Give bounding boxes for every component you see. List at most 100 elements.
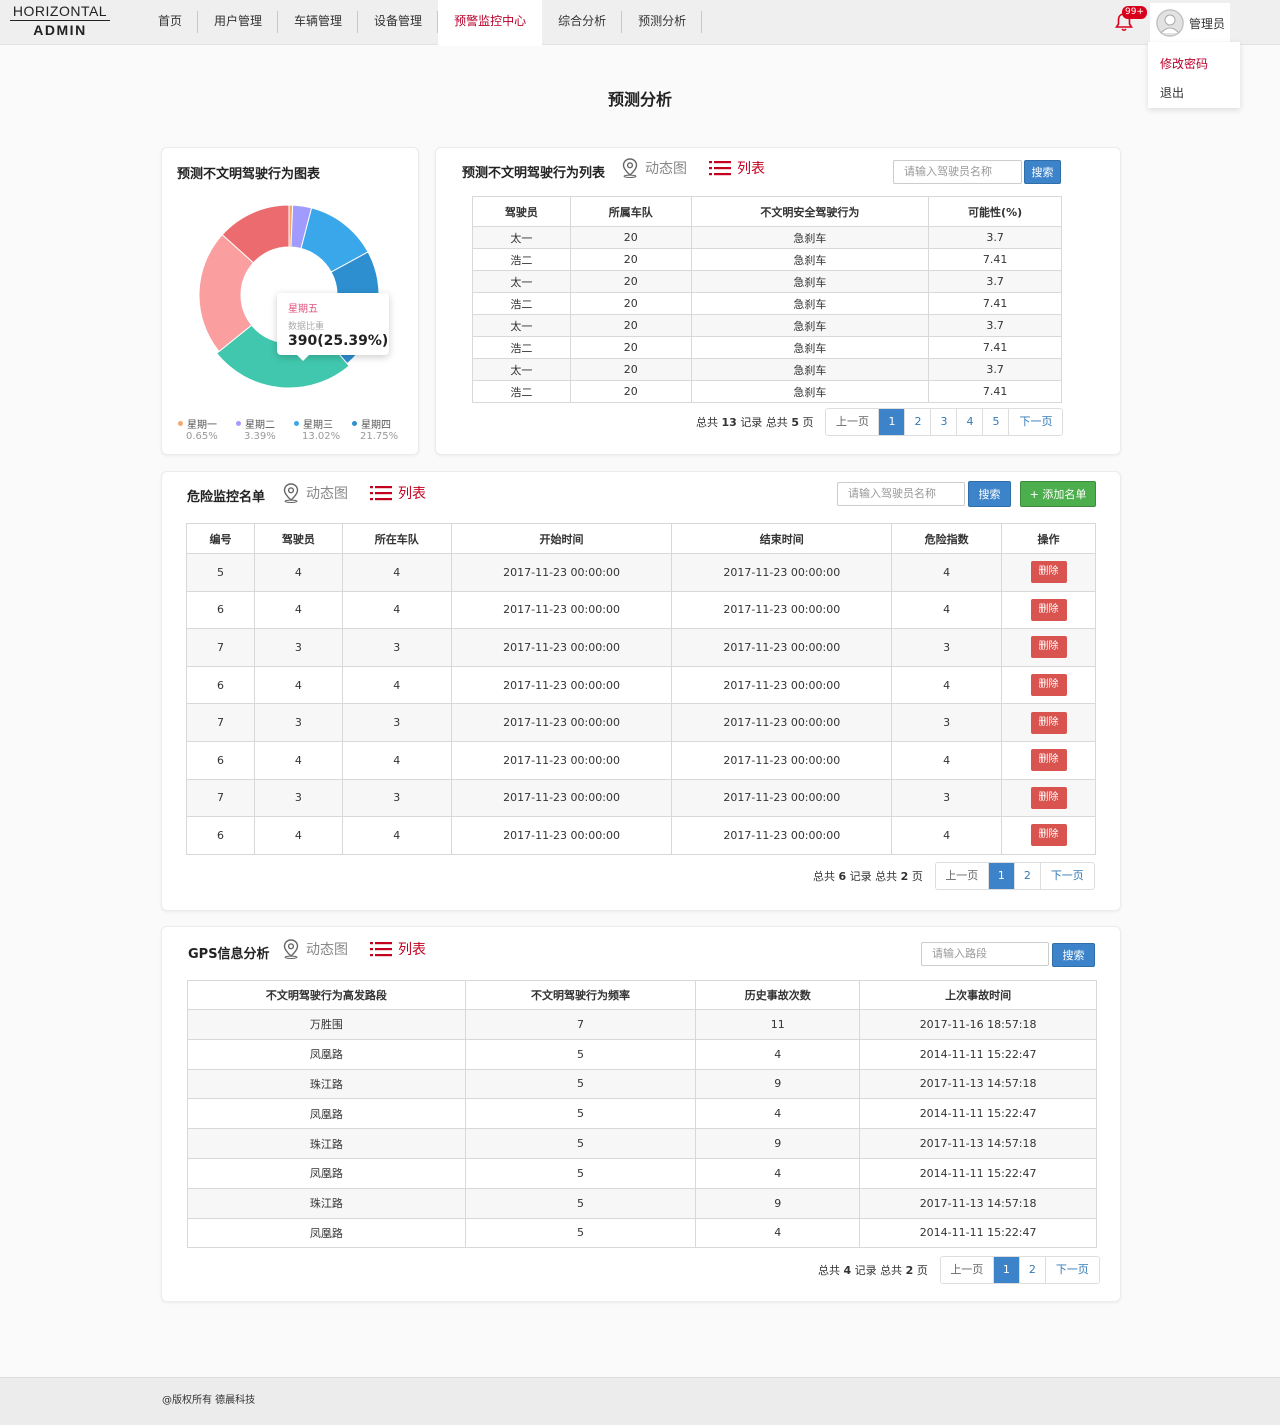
legend-name: 星期四 [361,420,391,431]
table-cell: 4 [695,1038,861,1070]
table-cell: 2017-11-23 00:00:00 [671,740,893,780]
table-cell: 6 [186,590,255,630]
delete-button[interactable]: 删除 [1030,786,1067,809]
table-cell: 4 [341,740,452,780]
col-actions: 操作 [1001,523,1096,554]
pager-pages: 上一页 1 2 下一页 [939,1256,1100,1284]
pager-page-button[interactable]: 2 [1014,863,1041,889]
toggle-list[interactable]: 列表 [709,158,765,178]
table-row: 浩二 20 急刹车 7.41 [472,248,1062,271]
table-cell: 20 [569,336,692,359]
table-cell: 2017-11-23 00:00:00 [450,628,673,667]
nav-warning-center[interactable]: 预警监控中心 [438,0,543,46]
pie-card-title: 预测不文明驾驶行为图表 [177,167,321,182]
pager-page-button[interactable]: 1 [879,409,906,435]
user-menu[interactable]: 管理员 [1150,3,1230,43]
change-password-item[interactable]: 修改密码 [1160,50,1228,79]
pager-total-pages: 2 [905,1264,914,1277]
table-cell: 2017-11-23 00:00:00 [671,590,893,630]
table-cell: 急刹车 [690,292,930,315]
pager-pages-pre: 总共 [765,416,788,429]
nav-user-management[interactable]: 用户管理 [198,0,279,45]
table-cell: 太一 [472,226,571,249]
legend-dot [352,421,357,426]
toggle-dynamic[interactable]: 动态图 [282,939,348,959]
pager-next-button[interactable]: 下一页 [1045,1257,1099,1283]
nav-vehicle-management[interactable]: 车辆管理 [278,0,359,45]
pager-info: 总共 13 记录 总共 5 页 [696,414,813,430]
table-cell: 2017-11-23 00:00:00 [450,778,673,818]
delete-button[interactable]: 删除 [1030,824,1067,847]
table-cell: 3 [341,628,452,667]
delete-button[interactable]: 删除 [1030,561,1067,584]
table-cell: 万胜围 [187,1009,466,1040]
table-cell: 5 [464,1068,697,1100]
pager-page-button[interactable]: 1 [993,1257,1020,1283]
notification-badge: 99+ [1122,6,1147,19]
delete-button[interactable]: 删除 [1030,636,1067,659]
table-cell: 20 [569,380,692,403]
legend-item[interactable]: 星期四 21.75% [352,416,410,442]
toggle-list[interactable]: 列表 [370,483,426,503]
table-cell: 7.41 [928,248,1062,271]
toggle-list[interactable]: 列表 [370,939,426,959]
pager-prev-button[interactable]: 上一页 [935,863,989,889]
legend-item[interactable]: 星期二 3.39% [236,416,294,442]
pager-prev-button[interactable]: 上一页 [940,1257,994,1283]
table-cell: 4 [695,1098,861,1130]
table-cell: 4 [253,740,343,780]
legend-name: 星期三 [303,420,333,431]
pager-page-button[interactable]: 2 [905,409,932,435]
table-row: 珠江路 5 9 2017-11-13 14:57:18 [187,1187,1097,1219]
danger-search-button[interactable]: 搜索 [968,481,1011,507]
table-cell: 急刹车 [690,270,930,293]
col-id: 编号 [186,523,255,554]
nav-prediction-analysis[interactable]: 预测分析 [622,0,703,45]
danger-search-input[interactable]: 请输入驾驶员名称 [837,482,965,506]
danger-table: 编号 驾驶员 所在车队 开始时间 结束时间 危险指数 操作 5 4 4 2017-11… [186,523,1096,855]
table-cell: 2017-11-13 14:57:18 [859,1128,1097,1159]
pager-total-records: 4 [843,1264,852,1277]
logo[interactable]: HORIZONTAL ADMIN [10,4,110,37]
legend-pct: 0.65% [186,431,218,442]
nav-comprehensive-analysis[interactable]: 综合分析 [542,0,623,45]
list-icon [370,942,392,957]
prediction-search-input[interactable]: 请输入驾驶员名称 [893,160,1022,184]
gps-search-button[interactable]: 搜索 [1052,943,1095,967]
table-cell: 凤凰路 [187,1157,466,1189]
gps-search-input[interactable]: 请输入路段 [921,942,1049,966]
toggle-dynamic[interactable]: 动态图 [621,158,687,178]
table-cell: 浩二 [472,336,571,359]
legend-item[interactable]: 星期三 13.02% [294,416,352,442]
pager-page-button[interactable]: 2 [1019,1257,1046,1283]
legend-item[interactable]: 星期一 0.65% [178,416,236,442]
prediction-search-button[interactable]: 搜索 [1024,160,1061,184]
pager-page-button[interactable]: 1 [988,863,1015,889]
table-row: 浩二 20 急刹车 7.41 [472,336,1062,359]
delete-button[interactable]: 删除 [1030,598,1067,621]
delete-button[interactable]: 删除 [1030,749,1067,772]
table-cell: 2014-11-11 15:22:47 [859,1217,1097,1249]
nav-device-management[interactable]: 设备管理 [358,0,439,45]
delete-button[interactable]: 删除 [1030,711,1067,734]
nav-home[interactable]: 首页 [142,0,199,45]
pager-info: 总共 6 记录 总共 2 页 [813,868,923,884]
table-cell: 急刹车 [690,336,930,359]
table-cell: 4 [341,590,452,630]
table-cell: 20 [569,358,692,381]
toggle-dynamic-label: 动态图 [645,161,687,177]
table-cell-actions: 删除 [1001,665,1096,705]
logo-line2: ADMIN [33,22,87,38]
toggle-dynamic[interactable]: 动态图 [282,483,348,503]
pager-next-button[interactable]: 下一页 [1040,863,1094,889]
table-row: 7 3 3 2017-11-23 00:00:00 2017-11-23 00:00:0… [186,628,1096,667]
pager-page-button[interactable]: 5 [983,409,1010,435]
delete-button[interactable]: 删除 [1030,674,1067,697]
table-cell: 急刹车 [690,314,930,337]
pager-prev-button[interactable]: 上一页 [826,409,880,435]
pager-page-button[interactable]: 4 [957,409,984,435]
pager-next-button[interactable]: 下一页 [1009,409,1063,435]
add-list-button[interactable]: + 添加名单 [1020,481,1096,507]
pager-total-records: 6 [838,870,847,883]
pager-page-button[interactable]: 3 [931,409,958,435]
